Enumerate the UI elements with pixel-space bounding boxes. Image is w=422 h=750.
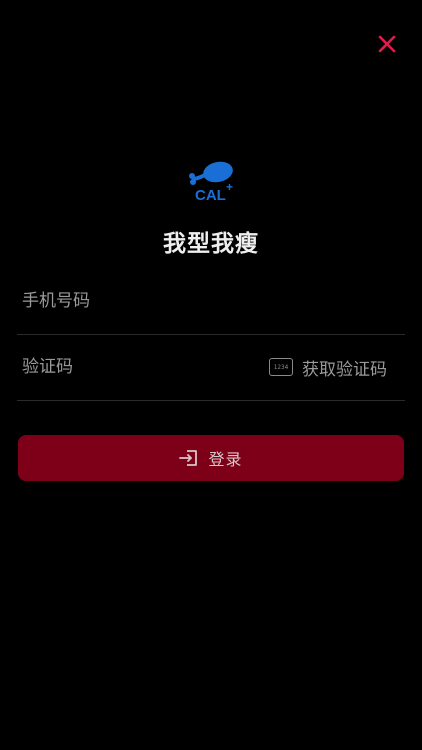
login-button[interactable]: 登录	[18, 435, 404, 481]
phone-input[interactable]	[22, 268, 252, 334]
verification-code-field: 1234 获取验证码	[17, 334, 405, 401]
phone-field	[17, 268, 405, 335]
login-icon	[179, 449, 199, 467]
close-icon	[378, 35, 396, 53]
logo-text: CAL	[195, 187, 226, 204]
verification-code-input[interactable]	[22, 334, 252, 400]
get-code-label: 获取验证码	[302, 359, 387, 380]
code-chip-icon: 1234	[269, 358, 293, 376]
app-logo: CAL +	[186, 158, 238, 204]
close-button[interactable]	[374, 31, 400, 57]
logo-superscript: +	[226, 180, 233, 194]
login-label: 登录	[208, 450, 243, 469]
app-title: 我型我瘦	[163, 231, 259, 257]
get-code-button[interactable]: 1234 获取验证码	[269, 334, 387, 400]
